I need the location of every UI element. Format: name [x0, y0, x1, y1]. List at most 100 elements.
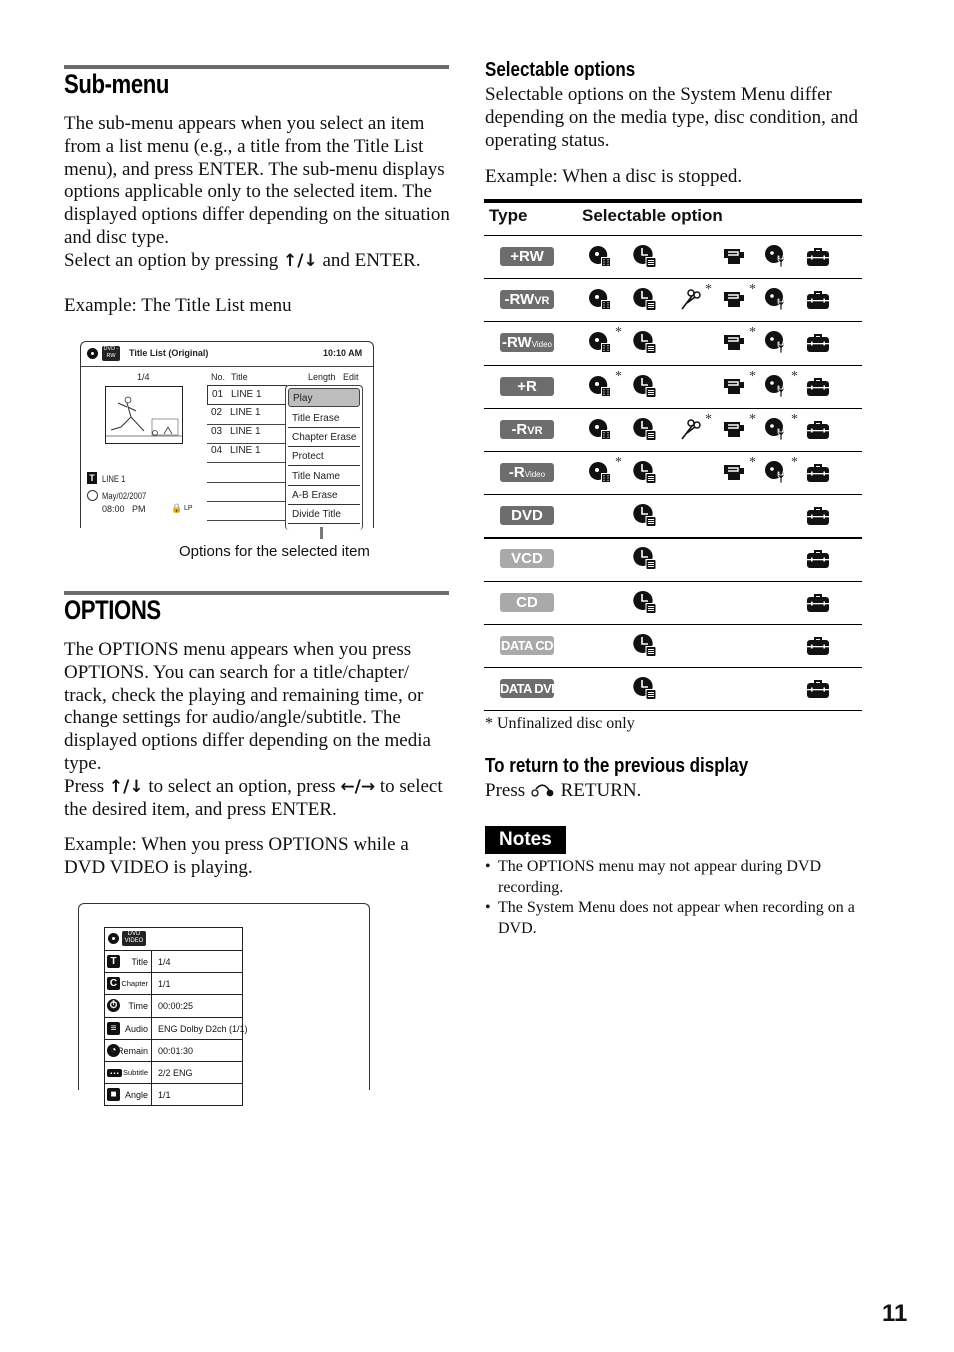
- disc-setup-icon: [764, 330, 788, 354]
- disc-setup-icon: [764, 374, 788, 398]
- options-row-audio[interactable]: ≡ Audio ENG Dolby D2ch (1/1): [105, 1016, 248, 1040]
- unfinalized-asterisk: *: [749, 282, 756, 298]
- title-list-icon: [588, 287, 612, 311]
- submenu-item-protect[interactable]: Protect: [288, 447, 360, 466]
- submenu-item-title-name[interactable]: Title Name: [288, 467, 360, 486]
- options-row-title[interactable]: T Title 1/4: [105, 950, 242, 973]
- return-icon: [531, 784, 554, 797]
- subtitle-icon: …: [107, 1067, 122, 1077]
- title-row-empty: [207, 463, 285, 483]
- timer-list-icon: [633, 503, 657, 527]
- col-type-header: Type: [489, 206, 528, 225]
- clock-icon: [87, 490, 98, 501]
- submenu-paragraph: The sub-menu appears when you select an …: [64, 113, 450, 248]
- timer-list-icon: [633, 374, 657, 398]
- title-list-icon: [588, 417, 612, 441]
- dvd-rw-badge: DVD -RW: [102, 346, 120, 361]
- options-row-value: 1/1: [158, 1090, 171, 1101]
- options-row-chapter[interactable]: C Chapter 1/1: [105, 972, 242, 996]
- options-row-label: ≡ Audio: [105, 1017, 152, 1040]
- media-type-badge: -RWVideo: [500, 333, 554, 353]
- timer-list-icon: [633, 546, 657, 570]
- col-length: Length: [308, 372, 336, 382]
- options-row-label: ◔ Remain: [105, 1039, 152, 1062]
- table-top-rule: [484, 199, 862, 203]
- chapter-icon: C: [107, 977, 120, 991]
- soccer-player-image: [106, 396, 182, 437]
- media-type-badge: DATA DVD: [500, 679, 561, 698]
- timer-list-icon: [633, 590, 657, 614]
- page-number: 11: [882, 1300, 908, 1327]
- setup-toolbox-icon: [806, 417, 830, 441]
- options-paragraph: The OPTIONS menu appears when you press …: [64, 639, 431, 774]
- media-type-badge: VCD: [500, 549, 554, 569]
- setup-toolbox-icon: [806, 460, 830, 484]
- options-row-label: ■ Angle: [105, 1084, 152, 1107]
- setup-toolbox-icon: [806, 590, 830, 614]
- table-row-divider: [484, 278, 862, 280]
- selectable-paragraph: Selectable options on the System Menu di…: [485, 84, 859, 151]
- options-row-value: 1/4: [158, 957, 171, 967]
- media-type-badge: DVD: [500, 506, 554, 526]
- options-row-remain[interactable]: ◔ Remain 00:01:30: [105, 1038, 242, 1062]
- col-title: Title: [231, 372, 248, 382]
- options-menu-table: DVD VIDEO T Title 1/4 C Chapter 1/1 ⏱ Time 00:00…: [104, 927, 248, 1107]
- media-type-badge: CD: [500, 592, 554, 612]
- unfinalized-asterisk: *: [749, 368, 756, 384]
- title-row[interactable]: 03 LINE 1: [207, 424, 285, 444]
- table-row-divider: [484, 407, 862, 409]
- setup-toolbox-icon: [806, 244, 830, 268]
- submenu-item-title-erase[interactable]: Title Erase: [288, 409, 360, 428]
- edit-scissors-icon: [678, 287, 702, 311]
- info-time: 08:00 PM: [102, 504, 146, 514]
- title-row-selected[interactable]: 01 LINE 1: [207, 385, 287, 405]
- unfinalized-asterisk: *: [749, 325, 756, 341]
- options-row-label: C Chapter: [105, 973, 152, 996]
- edit-scissors-icon: [678, 417, 702, 441]
- footnote: * Unfinalized disc only: [485, 715, 635, 732]
- camcorder-icon: [722, 374, 746, 398]
- info-mode: LP: [184, 505, 193, 512]
- options-row-value: 00:01:30: [158, 1045, 194, 1056]
- title-row[interactable]: 02 LINE 1: [207, 405, 285, 425]
- unfinalized-asterisk: *: [791, 455, 798, 470]
- timer-list-icon: [633, 633, 657, 657]
- options-row-subtitle[interactable]: … Subtitle 2/2 ENG: [105, 1061, 242, 1084]
- submenu-item-ab-erase[interactable]: A-B Erase: [288, 486, 360, 505]
- media-type-badge: -RVR: [500, 419, 554, 439]
- timer-list-icon: [633, 330, 657, 354]
- options-row-value: 1/1: [158, 979, 171, 990]
- camcorder-icon: [722, 244, 746, 268]
- media-type-badge: -RVideo: [500, 463, 554, 482]
- screen-title: Title List (Original): [129, 348, 209, 358]
- submenu-item-play[interactable]: Play: [288, 388, 360, 407]
- up-down-arrow-icon: ↑/↓: [108, 776, 144, 797]
- options-row-time[interactable]: ⏱ Time 00:00:25: [105, 994, 242, 1018]
- title-list-icon: [588, 244, 612, 268]
- callout-label: Options for the selected item: [179, 543, 370, 560]
- options-row-angle[interactable]: ■ Angle 1/1: [105, 1083, 242, 1107]
- submenu-heading: Sub-menu: [64, 69, 169, 99]
- media-type-badge: -RWVR: [500, 290, 554, 310]
- submenu-item-chapter-erase[interactable]: Chapter Erase: [288, 428, 360, 447]
- notes-badge: Notes: [485, 826, 566, 854]
- notes-list: The OPTIONS menu may not appear during D…: [485, 857, 870, 939]
- options-press-instruction: Press ↑/↓ to select an option, press ←/→…: [64, 775, 443, 820]
- page-indicator: 1/4: [137, 372, 150, 382]
- unfinalized-asterisk: *: [705, 282, 712, 298]
- disc-setup-icon: [764, 287, 788, 311]
- table-row-divider: [484, 235, 862, 236]
- table-row-divider: [484, 364, 862, 366]
- options-row-value: 2/2 ENG: [158, 1068, 193, 1078]
- media-type-badge: +RW: [500, 247, 554, 266]
- unfinalized-asterisk: *: [615, 368, 622, 384]
- submenu-item-divide-title[interactable]: Divide Title: [288, 505, 360, 524]
- options-example: Example: When you press OPTIONS while a …: [64, 834, 409, 878]
- options-heading: OPTIONS: [64, 595, 161, 625]
- setup-toolbox-icon: [806, 330, 830, 354]
- col-option-header: Selectable option: [582, 206, 723, 225]
- timer-list-icon: [633, 460, 657, 484]
- table-row-divider: [484, 494, 862, 496]
- unfinalized-asterisk: *: [615, 455, 622, 470]
- title-row[interactable]: 04 LINE 1: [207, 443, 285, 463]
